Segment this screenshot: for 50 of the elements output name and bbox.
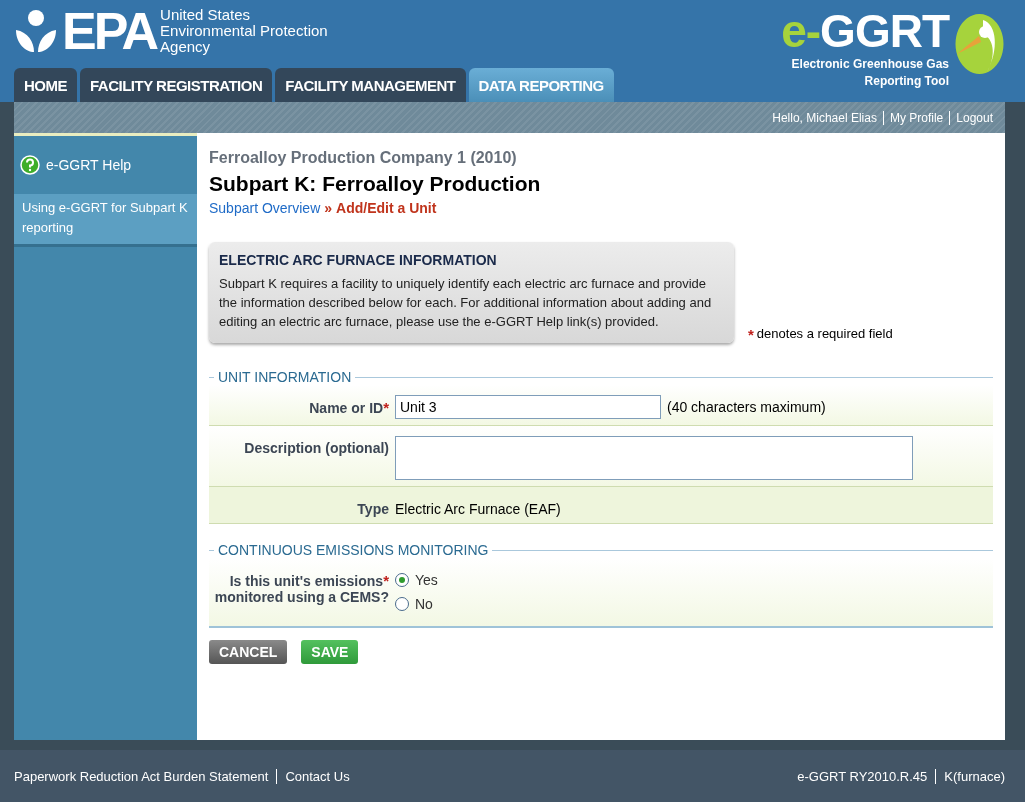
required-mark: * — [748, 326, 754, 343]
user-link[interactable]: Logout — [949, 110, 993, 125]
radio-button[interactable] — [395, 597, 409, 611]
required-note: denotes a required field — [756, 326, 893, 343]
description-field[interactable] — [395, 436, 913, 480]
required-mark: * — [383, 399, 389, 416]
info-heading: ELECTRIC ARC FURNACE INFORMATION — [219, 252, 498, 268]
radio-label[interactable]: Yes — [415, 572, 438, 588]
help-icon — [20, 155, 40, 175]
facility-name: Ferroalloy Production Company 1 (2010) — [209, 149, 518, 167]
cancel-button[interactable]: CANCEL — [209, 640, 288, 664]
footer-text: e-GGRT RY2010.R.45 — [797, 768, 928, 784]
required-mark: * — [383, 572, 389, 589]
nav-tab[interactable]: FACILITY MANAGEMENT — [275, 68, 466, 102]
footer-link[interactable]: Paperwork Reduction Act Burden Statement — [14, 768, 269, 784]
agency-mark: EPA — [62, 6, 157, 56]
field-label: Name or ID — [309, 400, 384, 416]
radio-label[interactable]: No — [415, 596, 433, 612]
tool-logo: e-GGRT — [781, 6, 949, 56]
sidebar-item[interactable]: Using e-GGRT for Subpart K reporting — [14, 194, 197, 247]
tool-subtitle: Reporting Tool — [864, 73, 949, 90]
field-label: Description (optional) — [244, 440, 389, 456]
breadcrumb-link[interactable]: Subpart Overview — [209, 200, 321, 216]
nav-tab[interactable]: FACILITY REGISTRATION — [80, 68, 273, 102]
user-link[interactable]: Hello, Michael Elias — [772, 110, 877, 125]
user-link[interactable]: My Profile — [882, 110, 944, 125]
tool-subtitle: Electronic Greenhouse Gas — [791, 56, 949, 73]
breadcrumb-separator: » — [324, 200, 333, 216]
footer-text: K(furnace) — [935, 768, 1005, 784]
nav-tab[interactable]: DATA REPORTING — [468, 68, 614, 102]
type-value: Electric Arc Furnace (EAF) — [395, 500, 561, 517]
help-link[interactable]: e-GGRT Help — [46, 157, 132, 173]
field-hint: (40 characters maximum) — [667, 398, 826, 415]
question-label: monitored using a CEMS? — [214, 589, 389, 605]
name-input[interactable]: Unit 3 — [395, 395, 661, 419]
section-legend: UNIT INFORMATION — [218, 369, 352, 385]
agency-name: United States — [160, 7, 252, 23]
page-title: Subpart K: Ferroalloy Production — [209, 172, 542, 196]
agency-name: Agency — [160, 39, 212, 55]
flower-icon — [14, 8, 58, 54]
nav-tab[interactable]: HOME — [14, 68, 77, 102]
section-legend: CONTINUOUS EMISSIONS MONITORING — [218, 542, 489, 558]
radio-button[interactable] — [395, 573, 409, 587]
question-label: Is this unit's emissions — [229, 573, 384, 589]
field-label: Type — [357, 501, 389, 517]
save-button[interactable]: SAVE — [301, 640, 359, 664]
agency-name: Environmental Protection — [160, 23, 328, 39]
info-text: Subpart K requires a facility to uniquely identify each electric arc furnace and provide the information described below for each. For additional information about adding and editing an electric arc furnace, please use the e-GGRT Help link(s) provided. — [219, 275, 713, 331]
footer-link[interactable]: Contact Us — [276, 768, 350, 784]
breadcrumb-current: Add/Edit a Unit — [336, 200, 437, 216]
